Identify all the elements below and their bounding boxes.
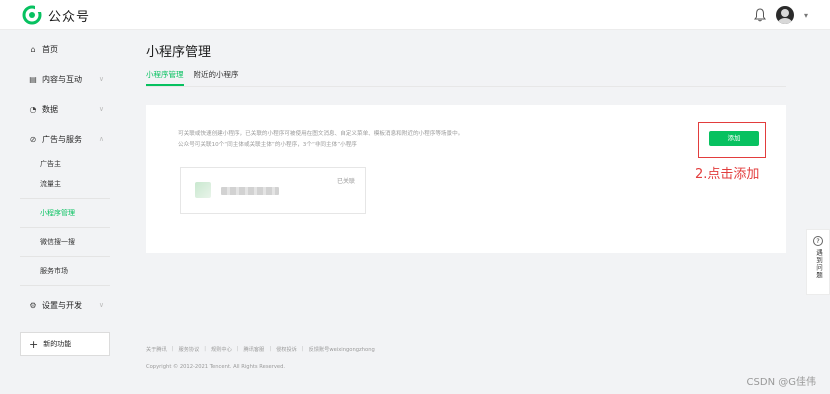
tabs-divider: [146, 86, 786, 87]
sidebar-subitem-label: 微信搜一搜: [40, 238, 75, 246]
new-feature-label: 新的功能: [43, 340, 72, 348]
page-title: 小程序管理: [146, 45, 212, 60]
sidebar-item-label: 数据: [42, 104, 58, 114]
sidebar-subitem-miniprogram[interactable]: 小程序管理: [20, 203, 110, 223]
watermark: CSDN @G佳伟: [746, 377, 816, 388]
footer-link[interactable]: 关于腾讯: [146, 346, 167, 353]
miniprogram-item[interactable]: 已关联: [180, 167, 366, 214]
sidebar-item-content[interactable]: ▤ 内容与互动 ∨: [20, 64, 110, 94]
footer-link[interactable]: 侵权投诉: [276, 346, 297, 353]
sidebar-subitem-advertiser[interactable]: 广告主: [20, 154, 110, 174]
chevron-down-icon: ∨: [98, 301, 104, 309]
miniprogram-avatar: [195, 182, 211, 198]
sidebar-item-home[interactable]: ⌂ 首页: [20, 34, 110, 64]
divider: [20, 285, 110, 286]
logo[interactable]: 公众号: [22, 5, 90, 25]
status-badge: 已关联: [336, 178, 355, 185]
chevron-down-icon: ∨: [98, 75, 104, 83]
sidebar-subitem-traffic-owner[interactable]: 流量主: [20, 174, 110, 194]
app-name: 公众号: [48, 9, 91, 25]
sidebar-item-data[interactable]: ◔ 数据 ∨: [20, 94, 110, 124]
help-label: 遇到问题: [814, 249, 823, 279]
sidebar-subitem-market[interactable]: 服务市场: [20, 261, 110, 281]
divider: [20, 256, 110, 257]
new-feature-button[interactable]: + 新的功能: [20, 332, 110, 356]
gear-icon: ⚙: [29, 300, 37, 310]
chevron-down-icon: ∨: [98, 105, 104, 113]
add-button[interactable]: 添加: [709, 131, 759, 146]
sidebar: ⌂ 首页 ▤ 内容与互动 ∨ ◔ 数据 ∨ ⊘ 广告与服务 ∧ 广告主 流量主 …: [20, 30, 110, 320]
top-bar: 公众号 ▾: [0, 0, 830, 30]
sidebar-item-label: 广告与服务: [42, 134, 82, 144]
divider: [20, 227, 110, 228]
chevron-up-icon: ∧: [98, 135, 104, 143]
footer-link[interactable]: 规则中心: [211, 346, 232, 353]
highlight-box: 添加: [698, 122, 766, 158]
sidebar-subitem-search[interactable]: 微信搜一搜: [20, 232, 110, 252]
footer-link[interactable]: 腾讯客服: [244, 346, 265, 353]
chevron-down-icon[interactable]: ▾: [804, 11, 808, 20]
sidebar-item-label: 首页: [42, 44, 58, 54]
footer-link[interactable]: 反馈账号weixingongzhong: [309, 346, 375, 353]
bell-icon[interactable]: [753, 8, 766, 22]
avatar[interactable]: [775, 6, 794, 24]
miniprogram-card: 可关联或快速创建小程序，已关联的小程序可被使用在图文消息、自定义菜单、模板消息和…: [146, 105, 786, 253]
pie-chart-icon: ◔: [29, 104, 37, 114]
description: 可关联或快速创建小程序，已关联的小程序可被使用在图文消息、自定义菜单、模板消息和…: [178, 129, 463, 151]
sidebar-subitem-label: 广告主: [40, 160, 61, 168]
footer-link[interactable]: 服务协议: [179, 346, 200, 353]
sidebar-item-settings[interactable]: ⚙ 设置与开发 ∨: [20, 290, 110, 320]
top-right-actions: ▾: [753, 6, 808, 24]
ad-icon: ⊘: [29, 134, 37, 144]
description-line: 公众号可关联10个“同主体或关联主体”的小程序，3个“非同主体”小程序: [178, 142, 357, 148]
annotation-text: 2.点击添加: [695, 167, 760, 182]
plus-icon: +: [29, 337, 39, 351]
tab-miniprogram-manage[interactable]: 小程序管理: [146, 69, 184, 86]
wechat-official-logo-icon: [22, 5, 42, 25]
copyright: Copyright © 2012-2021 Tencent. All Right…: [146, 364, 286, 370]
tab-bar: 小程序管理 附近的小程序: [146, 69, 239, 86]
miniprogram-name-blurred: [221, 187, 279, 195]
sidebar-item-ads[interactable]: ⊘ 广告与服务 ∧: [20, 124, 110, 154]
help-float-button[interactable]: ? 遇到问题: [806, 229, 830, 295]
sidebar-item-label: 内容与互动: [42, 74, 82, 84]
sidebar-item-label: 设置与开发: [42, 300, 82, 310]
sidebar-subitem-label: 流量主: [40, 180, 61, 188]
home-icon: ⌂: [30, 44, 36, 54]
question-icon: ?: [813, 236, 823, 246]
document-icon: ▤: [29, 74, 37, 84]
sidebar-subitem-label: 小程序管理: [40, 209, 75, 217]
footer-links: 关于腾讯 | 服务协议 | 规则中心 | 腾讯客服 | 侵权投诉 | 反馈账号weixin…: [146, 346, 375, 353]
description-line: 可关联或快速创建小程序，已关联的小程序可被使用在图文消息、自定义菜单、模板消息和…: [178, 131, 464, 137]
tab-nearby-miniprogram[interactable]: 附近的小程序: [194, 69, 239, 86]
divider: [20, 198, 110, 199]
sidebar-subitem-label: 服务市场: [40, 267, 68, 275]
